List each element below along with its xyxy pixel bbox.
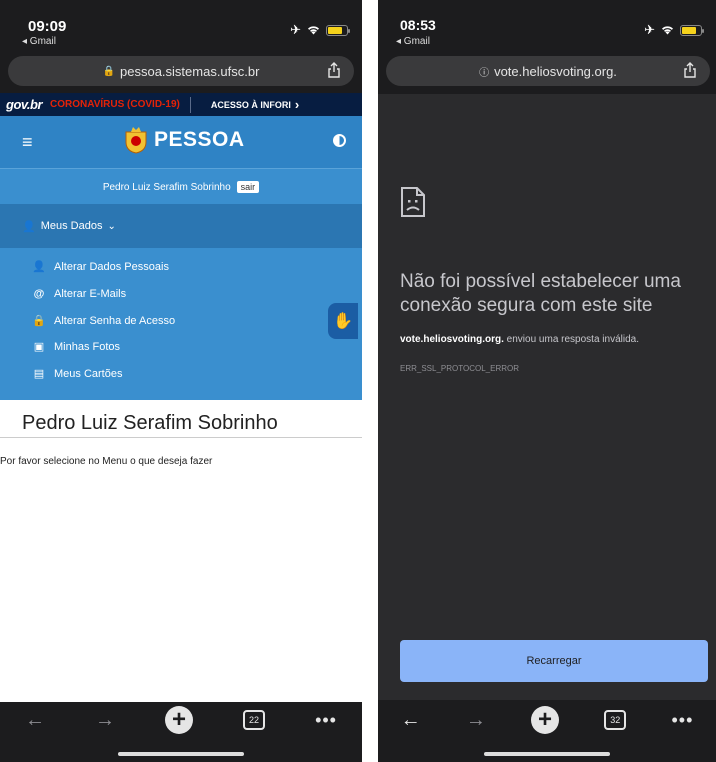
tab-switcher-button[interactable]: 32 [604, 710, 627, 730]
back-to-gmail-link[interactable]: ◂ Gmail [396, 36, 430, 47]
back-to-gmail-link[interactable]: ◂ Gmail [22, 36, 56, 47]
menu-item-alterar-senha[interactable]: 🔒 Alterar Senha de Acesso [32, 314, 176, 328]
sign-language-icon: ✋ [333, 313, 353, 330]
menu-item-minhas-fotos[interactable]: ▣ Minhas Fotos [32, 340, 121, 354]
forward-arrow-icon[interactable]: → [466, 709, 486, 732]
status-time: 08:53 [400, 17, 436, 33]
error-message: enviou uma resposta inválida. [503, 334, 639, 345]
menu-item-label: Alterar Dados Pessoais [54, 260, 169, 273]
home-indicator[interactable] [484, 752, 610, 756]
submenu: 👤 Alterar Dados Pessoais @ Alterar E-Mai… [0, 248, 362, 400]
user-bar: Pedro Luiz Serafim Sobrinho sair [0, 168, 362, 205]
error-host: vote.heliosvoting.org. [400, 334, 504, 345]
camera-icon: ▣ [33, 341, 45, 353]
share-icon[interactable] [326, 62, 342, 78]
user-edit-icon: 👤 [32, 261, 46, 273]
browser-toolbar: ← → + 22 ••• [0, 702, 362, 738]
menu-item-alterar-emails[interactable]: @ Alterar E-Mails [32, 288, 127, 300]
error-code: ERR_SSL_PROTOCOL_ERROR [400, 364, 519, 373]
gov-banner: gov.br CORONAVÍRUS (COVID-19) ACESSO À I… [0, 93, 362, 116]
app-title: PESSOA [154, 128, 245, 151]
divider [189, 96, 191, 113]
error-title: Não foi possível estabelecer uma conexão… [400, 271, 681, 316]
acesso-informacao-link[interactable]: ACESSO À INFORI [211, 100, 291, 110]
menu-item-label: Meus Cartões [54, 367, 123, 380]
share-icon[interactable] [682, 62, 698, 78]
back-arrow-icon[interactable]: ← [25, 709, 45, 732]
wifi-icon [308, 26, 319, 35]
menu-item-label: Minhas Fotos [54, 340, 121, 353]
sad-document-icon [401, 187, 425, 217]
menu-item-meus-cartoes[interactable]: ▤ Meus Cartões [32, 367, 123, 381]
pessoa-logo[interactable]: PESSOA [124, 126, 245, 154]
browser-toolbar: ← → + 32 ••• [378, 702, 716, 738]
airplane-icon: ✈ [290, 22, 301, 37]
status-icons: ✈ [290, 22, 350, 38]
menu-item-alterar-dados[interactable]: 👤 Alterar Dados Pessoais [32, 260, 169, 274]
error-page: Não foi possível estabelecer uma conexão… [378, 94, 716, 700]
page-title: Pedro Luiz Serafim Sobrinho [22, 412, 278, 434]
status-bar: 08:53 ◂ Gmail ✈ [378, 0, 716, 48]
lock-icon: 🔒 [102, 65, 115, 77]
url-text: pessoa.sistemas.ufsc.br [120, 63, 260, 79]
address-bar[interactable]: ⓘ vote.heliosvoting.org. [386, 56, 710, 86]
left-phone-screenshot: 09:09 ◂ Gmail ✈ 🔒 pessoa.sistemas.ufsc.b… [0, 0, 362, 762]
info-icon: ⓘ [479, 67, 490, 79]
meus-dados-toggle[interactable]: 👤 Meus Dados ⌄ [0, 204, 362, 248]
govbr-logo[interactable]: gov.br [6, 97, 43, 112]
pessoa-header: ≡ PESSOA [0, 116, 362, 168]
lock-icon: 🔒 [32, 315, 46, 327]
right-phone-screenshot: 08:53 ◂ Gmail ✈ ⓘ vote.heliosvoting.org.… [378, 0, 716, 762]
reload-button[interactable]: Recarregar [400, 640, 708, 682]
status-bar: 09:09 ◂ Gmail ✈ [0, 0, 362, 48]
menu-item-label: Alterar Senha de Acesso [54, 314, 176, 327]
more-menu-icon[interactable]: ••• [315, 710, 337, 731]
chevron-right-icon[interactable]: › [295, 97, 299, 112]
ufsc-crest-icon [125, 127, 147, 154]
tab-switcher-button[interactable]: 22 [243, 710, 266, 730]
card-icon: ▤ [33, 368, 45, 380]
at-icon: @ [33, 288, 45, 300]
instruction-text: Por favor selecione no Menu o que deseja… [0, 456, 213, 467]
covid-link[interactable]: CORONAVÍRUS (COVID-19) [50, 99, 180, 110]
chevron-down-icon: ⌄ [107, 220, 116, 232]
status-icons: ✈ [644, 22, 704, 38]
page-content: Pedro Luiz Serafim Sobrinho Por favor se… [0, 400, 362, 702]
more-menu-icon[interactable]: ••• [671, 710, 693, 731]
wifi-icon [662, 26, 673, 35]
home-indicator[interactable] [118, 752, 244, 756]
logout-button[interactable]: sair [236, 181, 260, 193]
error-description: vote.heliosvoting.org. enviou uma respos… [400, 334, 639, 345]
new-tab-button[interactable]: + [165, 706, 194, 734]
accessibility-vlibras-button[interactable]: ✋ [328, 303, 358, 339]
status-time: 09:09 [28, 18, 67, 35]
address-bar[interactable]: 🔒 pessoa.sistemas.ufsc.br [8, 56, 354, 86]
contrast-toggle-icon[interactable] [333, 134, 346, 147]
airplane-icon: ✈ [644, 22, 655, 37]
divider [0, 437, 362, 438]
battery-icon [326, 24, 350, 36]
user-icon: 👤 [22, 220, 36, 233]
hamburger-menu-icon[interactable]: ≡ [22, 132, 33, 153]
back-arrow-icon[interactable]: ← [401, 709, 421, 732]
menu-item-label: Alterar E-Mails [54, 288, 127, 300]
url-text: vote.heliosvoting.org. [494, 63, 617, 79]
user-name: Pedro Luiz Serafim Sobrinho [102, 181, 231, 193]
new-tab-button[interactable]: + [531, 706, 560, 734]
battery-icon [680, 24, 704, 36]
section-label: Meus Dados [40, 220, 103, 232]
forward-arrow-icon[interactable]: → [95, 709, 115, 732]
